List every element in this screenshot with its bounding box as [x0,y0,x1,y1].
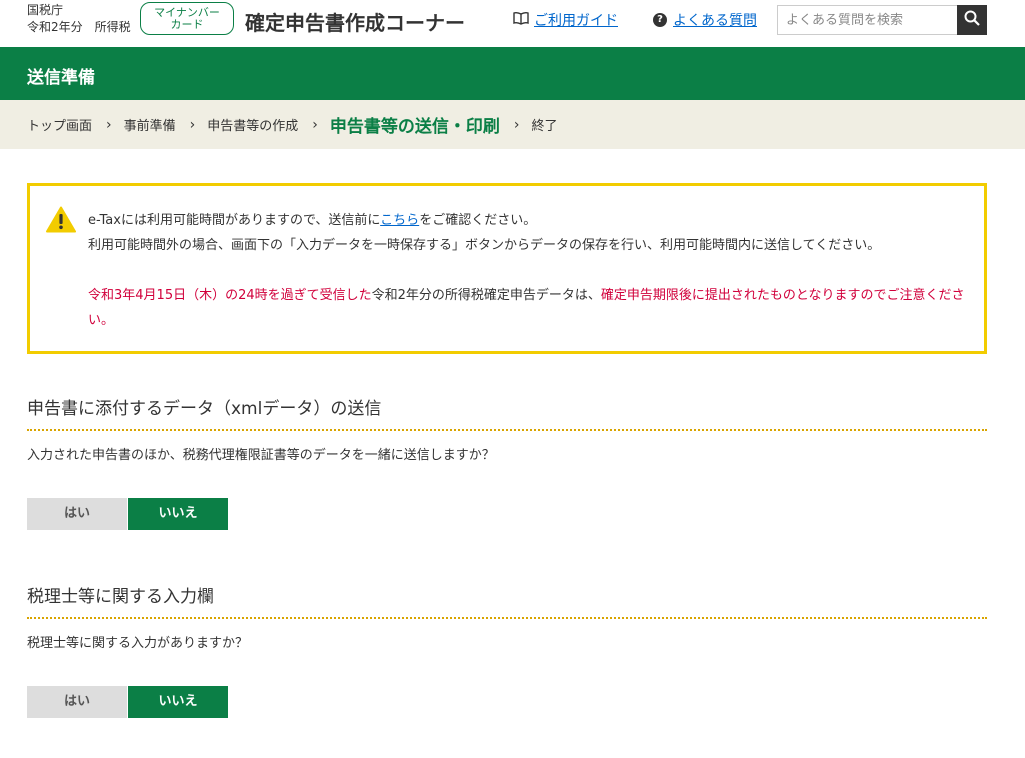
chevron-right-icon: › [513,116,520,133]
section-heading-xml-data: 申告書に添付するデータ（xmlデータ）の送信 [27,394,987,431]
faq-link[interactable]: ? よくある質問 [653,10,757,30]
section-question-tax-accountant: 税理士等に関する入力がありますか？ [27,636,249,651]
mynumber-card-badge: マイナンバー カード [140,2,234,35]
tax-accountant-no-button[interactable]: いいえ [128,686,228,718]
faq-label[interactable]: よくある質問 [673,10,757,30]
section-heading-tax-accountant: 税理士等に関する入力欄 [27,582,987,619]
breadcrumb-step-preparation: 事前準備 [123,119,176,134]
usage-guide-link[interactable]: ご利用ガイド [513,10,618,30]
search-button[interactable] [957,5,987,35]
notice-deadline-warning: 令和3年4月15日（木）の24時を過ぎて受信した令和2年分の所得税確定申告データ… [88,288,965,328]
search-icon [964,10,980,30]
page-title: 送信準備 [27,68,95,88]
faq-search-input[interactable] [777,5,958,35]
question-icon: ? [653,13,667,27]
breadcrumb-step-top: トップ画面 [27,119,93,134]
usage-guide-label[interactable]: ご利用ガイド [534,10,618,30]
breadcrumb-step-finish: 終了 [531,119,558,134]
site-header: 国税庁 令和2年分 所得税 マイナンバー カード 確定申告書作成コーナー ご利用… [0,0,1025,47]
notice-line-2: 利用可能時間外の場合、画面下の「入力データを一時保存する」ボタンからデータの保存… [88,238,881,253]
warning-icon [46,206,76,237]
xml-data-no-button[interactable]: いいえ [128,498,228,530]
chevron-right-icon: › [189,116,196,133]
book-icon [513,11,529,29]
section-question-xml-data: 入力された申告書のほか、税務代理権限証書等のデータを一緒に送信しますか？ [27,448,495,463]
agency-name: 国税庁 [27,3,64,17]
breadcrumb-step-create: 申告書等の作成 [207,119,299,134]
chevron-right-icon: › [312,116,318,133]
xml-data-toggle: はい いいえ [27,498,228,530]
xml-data-yes-button[interactable]: はい [27,498,127,530]
tax-accountant-toggle: はい いいえ [27,686,228,718]
chevron-right-icon: › [106,116,112,133]
notice-line-1: e-Taxには利用可能時間がありますので、送信前にこちらをご確認ください。 [88,213,537,228]
availability-notice: e-Taxには利用可能時間がありますので、送信前にこちらをご確認ください。 利用… [27,183,987,354]
tax-accountant-yes-button[interactable]: はい [27,686,127,718]
breadcrumb: トップ画面 › 事前準備 › 申告書等の作成 › 申告書等の送信・印刷 › 終了 [0,100,1025,149]
site-title: 確定申告書作成コーナー [245,11,465,35]
tax-year-label: 令和2年分 所得税 [27,20,131,34]
breadcrumb-step-current: 申告書等の送信・印刷 [329,117,500,137]
notice-text: e-Taxには利用可能時間がありますので、送信前にこちらをご確認ください。 利用… [88,208,968,333]
availability-hours-link[interactable]: こちら [380,213,419,228]
page-section-band: 送信準備 [0,47,1025,100]
agency-info: 国税庁 令和2年分 所得税 [27,2,131,36]
